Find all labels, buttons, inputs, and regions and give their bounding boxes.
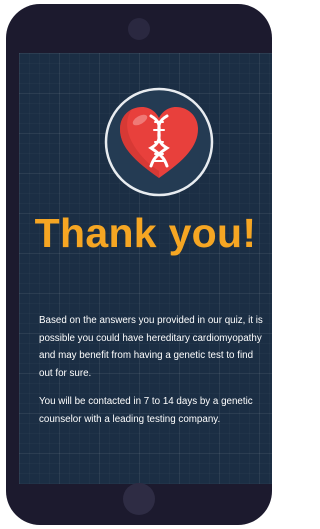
home-button[interactable] xyxy=(123,483,155,515)
heart-dna-icon xyxy=(103,86,215,198)
thank-you-screen: Thank you! Based on the answers you prov… xyxy=(19,53,272,484)
page-title: Thank you! xyxy=(34,210,257,256)
quiz-result-text: Based on the answers you provided in our… xyxy=(39,315,263,379)
contact-info-text: You will be contacted in 7 to 14 days by… xyxy=(39,396,253,425)
phone-frame: Thank you! Based on the answers you prov… xyxy=(6,4,272,525)
phone-speaker xyxy=(128,18,150,40)
